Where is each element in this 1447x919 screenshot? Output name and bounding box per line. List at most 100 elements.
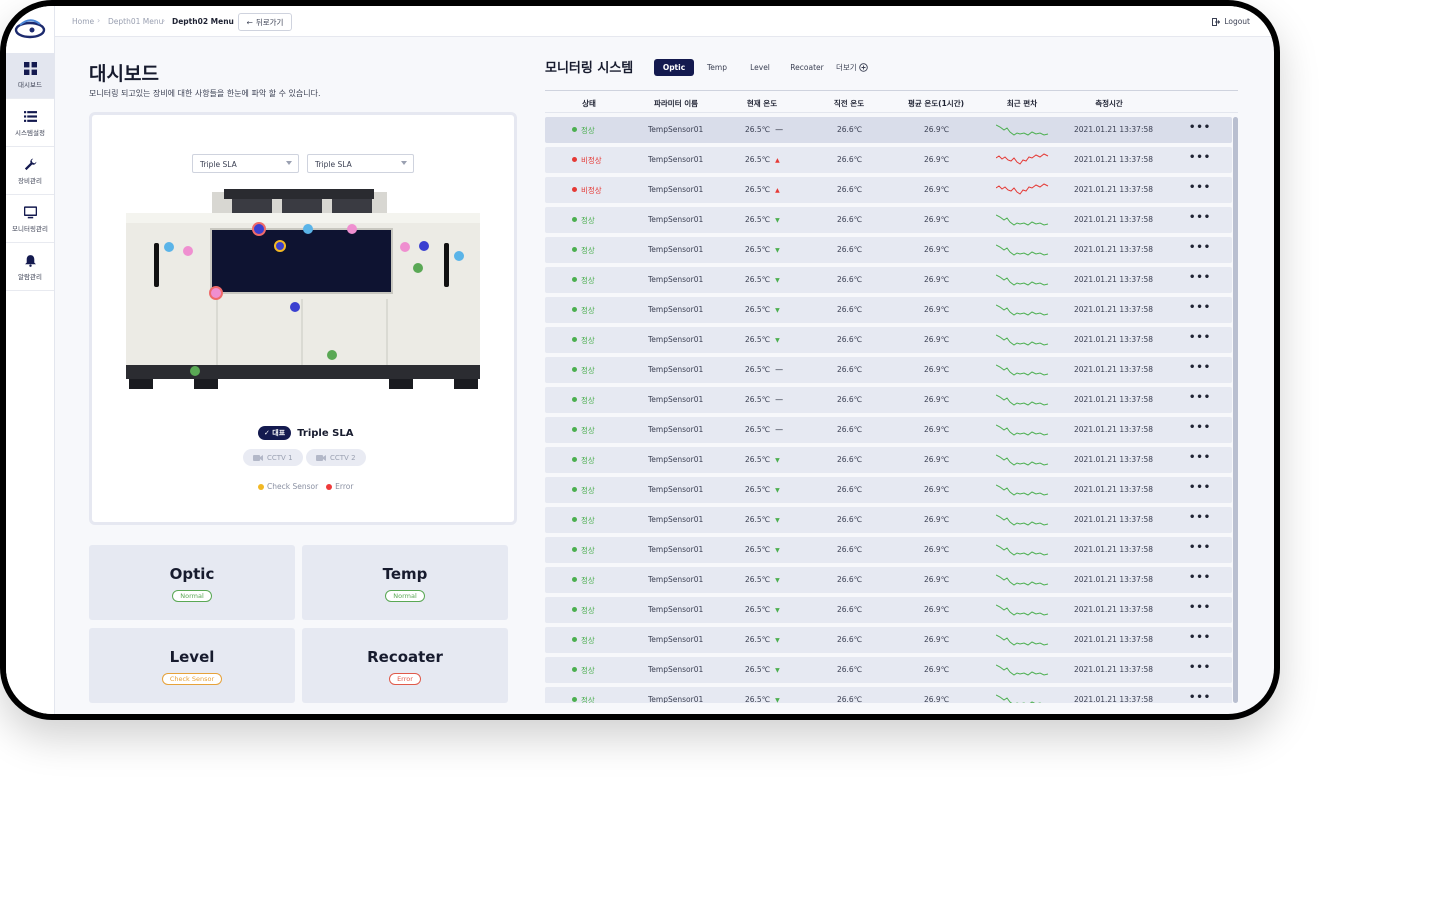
cctv2-button[interactable]: CCTV 2 [306, 449, 366, 466]
current-temp-value: 26.5℃ [745, 635, 771, 644]
breadcrumb-separator: › [97, 16, 101, 25]
more-options-icon[interactable]: ••• [1189, 362, 1211, 373]
more-options-icon[interactable]: ••• [1189, 392, 1211, 403]
table-row[interactable]: 정상 TempSensor01 26.5℃ ▼ 26.6℃ 26.9℃ 2021.01.21… [545, 627, 1232, 653]
table-row[interactable]: 정상 TempSensor01 26.5℃ ▼ 26.6℃ 26.9℃ 2021.01.21… [545, 687, 1232, 703]
sparkline-chart [996, 574, 1049, 586]
table-row[interactable]: 정상 TempSensor01 26.5℃ ▼ 26.6℃ 26.9℃ 2021.01.21… [545, 657, 1232, 683]
more-options-icon[interactable]: ••• [1189, 272, 1211, 283]
more-options-icon[interactable]: ••• [1189, 572, 1211, 583]
scrollbar-thumb[interactable] [1233, 117, 1238, 703]
more-options-icon[interactable]: ••• [1189, 482, 1211, 493]
prev-temp-cell: 26.6℃ [837, 185, 863, 194]
sidebar-item-system[interactable]: 시스템설정 [6, 101, 54, 147]
param-name-cell: TempSensor01 [648, 365, 704, 374]
more-options-icon[interactable]: ••• [1189, 632, 1211, 643]
more-options-icon[interactable]: ••• [1189, 602, 1211, 613]
stat-card-optic[interactable]: Optic Normal [89, 545, 295, 620]
more-options-icon[interactable]: ••• [1189, 242, 1211, 253]
more-options-icon[interactable]: ••• [1189, 662, 1211, 673]
status-dot [572, 367, 577, 372]
breadcrumb-home[interactable]: Home [72, 17, 94, 26]
status-cell: 정상 [572, 665, 595, 676]
status-cell: 정상 [572, 545, 595, 556]
cctv1-button[interactable]: CCTV 1 [243, 449, 303, 466]
tab-recoater[interactable]: Recoater [786, 59, 828, 76]
measure-time-cell: 2021.01.21 13:37:58 [1074, 455, 1154, 464]
logout-button[interactable]: Logout [1212, 17, 1250, 26]
sparkline-chart [996, 694, 1042, 703]
sparkline-chart [996, 214, 1049, 226]
more-options-icon[interactable]: ••• [1189, 122, 1211, 133]
sparkline-chart [996, 424, 1049, 436]
legend-check-label: Check Sensor [267, 482, 319, 491]
representative-row: ✓ 대표 Triple SLA [258, 426, 353, 440]
stat-card-temp[interactable]: Temp Normal [302, 545, 508, 620]
sidebar-item-dashboard[interactable]: 대시보드 [6, 53, 54, 99]
more-button[interactable]: 더보기 [836, 62, 868, 73]
status-badge: Normal [172, 590, 212, 602]
trend-up-icon: ▲ [775, 157, 780, 164]
video-camera-icon [253, 454, 263, 461]
monitor-icon [23, 206, 37, 219]
sidebar-item-monitoring[interactable]: 모니터링관리 [6, 197, 54, 243]
table-row[interactable]: 비정상 TempSensor01 26.5℃ ▲ 26.6℃ 26.9℃ 2021.01.2… [545, 147, 1232, 173]
table-row[interactable]: 정상 TempSensor01 26.5℃ ▼ 26.6℃ 26.9℃ 2021.01.21… [545, 477, 1232, 503]
table-row[interactable]: 정상 TempSensor01 26.5℃ — 26.6℃ 26.9℃ 2021.01.21… [545, 357, 1232, 383]
back-button[interactable]: ← 뒤로가기 [238, 13, 292, 31]
breadcrumb-depth01[interactable]: Depth01 Menu [108, 17, 163, 26]
more-options-icon[interactable]: ••• [1189, 692, 1211, 703]
stat-card-recoater[interactable]: Recoater Error [302, 628, 508, 703]
current-temp-value: 26.5℃ [745, 425, 771, 434]
current-temp-cell: 26.5℃ ▼ [745, 455, 780, 464]
table-row[interactable]: 정상 TempSensor01 26.5℃ ▼ 26.6℃ 26.9℃ 2021.01.21… [545, 267, 1232, 293]
more-options-icon[interactable]: ••• [1189, 332, 1211, 343]
table-row[interactable]: 정상 TempSensor01 26.5℃ ▼ 26.6℃ 26.9℃ 2021.01.21… [545, 297, 1232, 323]
status-dot [572, 397, 577, 402]
equipment-select-1[interactable]: Triple SLA [192, 154, 299, 173]
legend-check-sensor: Check Sensor [258, 482, 318, 491]
current-temp-value: 26.5℃ [745, 455, 771, 464]
stat-card-level[interactable]: Level Check Sensor [89, 628, 295, 703]
table-row[interactable]: 정상 TempSensor01 26.5℃ ▼ 26.6℃ 26.9℃ 2021.01.21… [545, 207, 1232, 233]
wrench-icon [24, 158, 36, 171]
table-row[interactable]: 정상 TempSensor01 26.5℃ ▼ 26.6℃ 26.9℃ 2021.01.21… [545, 327, 1232, 353]
table-row[interactable]: 정상 TempSensor01 26.5℃ — 26.6℃ 26.9℃ 2021.01.21… [545, 117, 1232, 143]
more-options-icon[interactable]: ••• [1189, 152, 1211, 163]
table-row[interactable]: 정상 TempSensor01 26.5℃ ▼ 26.6℃ 26.9℃ 2021.01.21… [545, 597, 1232, 623]
avg-temp-cell: 26.9℃ [924, 425, 950, 434]
current-temp-value: 26.5℃ [745, 305, 771, 314]
table-row[interactable]: 정상 TempSensor01 26.5℃ ▼ 26.6℃ 26.9℃ 2021.01.21… [545, 567, 1232, 593]
table-row[interactable]: 정상 TempSensor01 26.5℃ ▼ 26.6℃ 26.9℃ 2021.01.21… [545, 447, 1232, 473]
more-options-icon[interactable]: ••• [1189, 302, 1211, 313]
avg-temp-cell: 26.9℃ [924, 185, 950, 194]
tab-level[interactable]: Level [742, 59, 778, 76]
tab-temp[interactable]: Temp [700, 59, 734, 76]
current-temp-value: 26.5℃ [745, 215, 771, 224]
tab-optic[interactable]: Optic [654, 59, 694, 76]
table-row[interactable]: 정상 TempSensor01 26.5℃ — 26.6℃ 26.9℃ 2021.01.21… [545, 417, 1232, 443]
table-row[interactable]: 정상 TempSensor01 26.5℃ ▼ 26.6℃ 26.9℃ 2021.01.21… [545, 537, 1232, 563]
param-name-cell: TempSensor01 [648, 695, 704, 703]
sidebar-item-alarm[interactable]: 알람관리 [6, 245, 54, 291]
more-options-icon[interactable]: ••• [1189, 212, 1211, 223]
table-row[interactable]: 정상 TempSensor01 26.5℃ ▼ 26.6℃ 26.9℃ 2021.01.21… [545, 237, 1232, 263]
equipment-select-2[interactable]: Triple SLA [307, 154, 414, 173]
more-options-icon[interactable]: ••• [1189, 512, 1211, 523]
more-options-icon[interactable]: ••• [1189, 542, 1211, 553]
status-text: 정상 [581, 486, 595, 495]
more-options-icon[interactable]: ••• [1189, 422, 1211, 433]
more-options-icon[interactable]: ••• [1189, 452, 1211, 463]
sidebar-item-equipment[interactable]: 장비관리 [6, 149, 54, 195]
prev-temp-cell: 26.6℃ [837, 275, 863, 284]
measure-time-cell: 2021.01.21 13:37:58 [1074, 695, 1154, 703]
measure-time-cell: 2021.01.21 13:37:58 [1074, 155, 1154, 164]
table-row[interactable]: 정상 TempSensor01 26.5℃ — 26.6℃ 26.9℃ 2021.01.21… [545, 387, 1232, 413]
status-cell: 정상 [572, 335, 595, 346]
table-row[interactable]: 비정상 TempSensor01 26.5℃ ▲ 26.6℃ 26.9℃ 2021.01.2… [545, 177, 1232, 203]
current-temp-value: 26.5℃ [745, 395, 771, 404]
more-options-icon[interactable]: ••• [1189, 182, 1211, 193]
sparkline-chart [996, 454, 1049, 466]
current-temp-cell: 26.5℃ ▼ [745, 605, 780, 614]
table-row[interactable]: 정상 TempSensor01 26.5℃ ▼ 26.6℃ 26.9℃ 2021.01.21… [545, 507, 1232, 533]
